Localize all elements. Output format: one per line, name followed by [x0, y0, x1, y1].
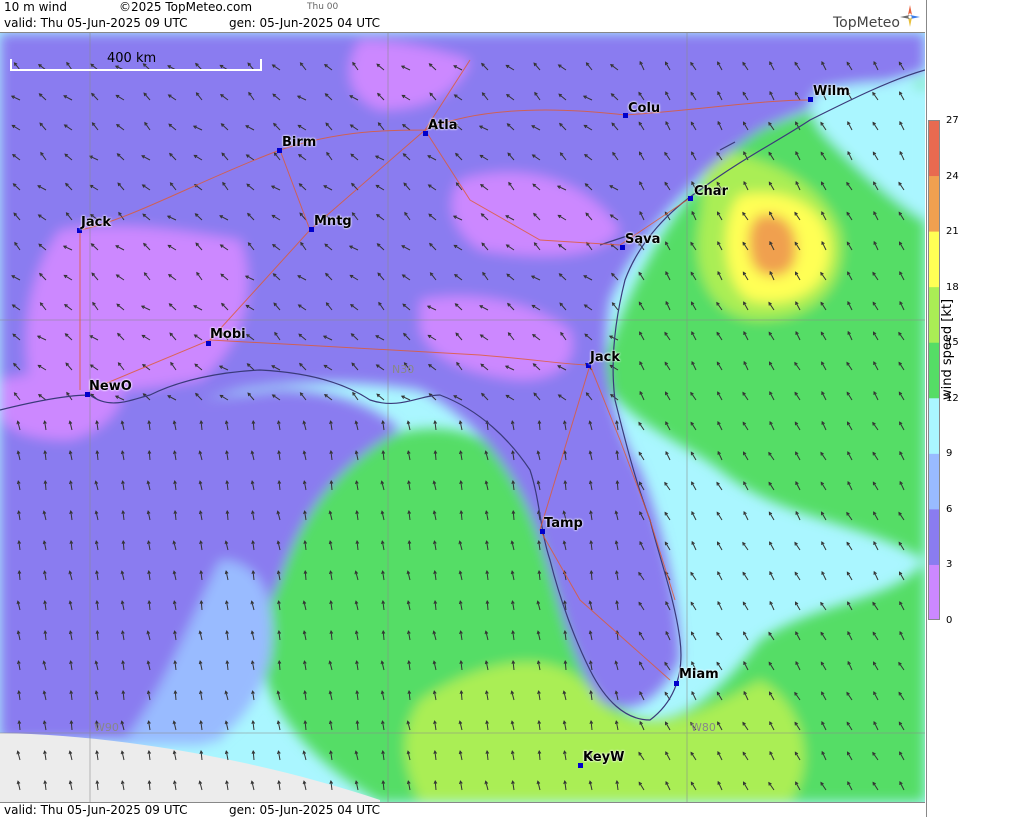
run-tag: Thu 00 [307, 2, 339, 12]
city-label[interactable]: Mobi [210, 327, 246, 342]
city-label[interactable]: Char [694, 184, 728, 199]
compass-logo-icon [900, 5, 920, 27]
legend-tick-label: 3 [946, 559, 953, 571]
generated-time: gen: 05-Jun-2025 04 UTC [229, 16, 381, 30]
city-label[interactable]: Mntg [314, 214, 352, 229]
legend-tick-label: 27 [946, 115, 959, 126]
legend-color-step [928, 231, 940, 288]
legend-tick-label: 24 [946, 170, 959, 182]
map-footer: valid: Thu 05-Jun-2025 09 UTC gen: 05-Ju… [0, 802, 925, 818]
brand-logo: TopMeteo [833, 15, 900, 31]
city-label[interactable]: NewO [89, 379, 132, 394]
city-label[interactable]: Jack [590, 350, 620, 365]
grid-label-lat: N30 [392, 363, 415, 376]
grid-label-lon-west: W90 [94, 721, 119, 734]
footer-valid-time: valid: Thu 05-Jun-2025 09 UTC [4, 803, 188, 817]
legend-color-step [928, 453, 940, 510]
legend-tick-label: 6 [946, 503, 953, 515]
scale-label: 400 km [107, 51, 157, 66]
city-label[interactable]: Wilm [813, 84, 850, 99]
copyright-text: ©2025 TopMeteo.com [119, 0, 253, 14]
legend-color-step [928, 286, 940, 343]
legend-color-step [928, 508, 940, 565]
city-label[interactable]: Sava [625, 232, 660, 247]
wind-map[interactable]: 400 km N30 W90 W80 Wilm Colu Atla Birm C… [0, 33, 925, 802]
grid-label-lon-east: W80 [691, 721, 716, 734]
city-marker [688, 196, 693, 201]
legend-colorbar [928, 120, 940, 620]
legend-color-step [928, 397, 940, 454]
legend-color-step [928, 342, 940, 399]
legend-tick-label: 0 [946, 615, 953, 626]
city-label[interactable]: Atla [428, 118, 458, 133]
wind-speed-field [0, 33, 925, 802]
legend-color-step [928, 175, 940, 232]
city-label[interactable]: Jack [81, 215, 111, 230]
city-label[interactable]: Miam [679, 667, 719, 682]
legend-tick-label: 9 [946, 448, 953, 460]
valid-time: valid: Thu 05-Jun-2025 09 UTC [4, 16, 188, 30]
map-header: 10 m wind ©2025 TopMeteo.com Thu 00 vali… [0, 0, 925, 33]
legend-color-step [928, 120, 940, 177]
legend-unit-label: wind speed [kt] [940, 298, 955, 400]
city-label[interactable]: Colu [628, 101, 660, 116]
legend-tick-label: 18 [946, 281, 959, 293]
legend-color-step [928, 564, 940, 620]
footer-generated-time: gen: 05-Jun-2025 04 UTC [229, 803, 381, 817]
legend-tick-label: 21 [946, 226, 959, 238]
city-label[interactable]: Tamp [544, 516, 583, 531]
city-label[interactable]: KeyW [583, 750, 624, 765]
parameter-label: 10 m wind [4, 0, 67, 14]
city-label[interactable]: Birm [282, 135, 316, 150]
